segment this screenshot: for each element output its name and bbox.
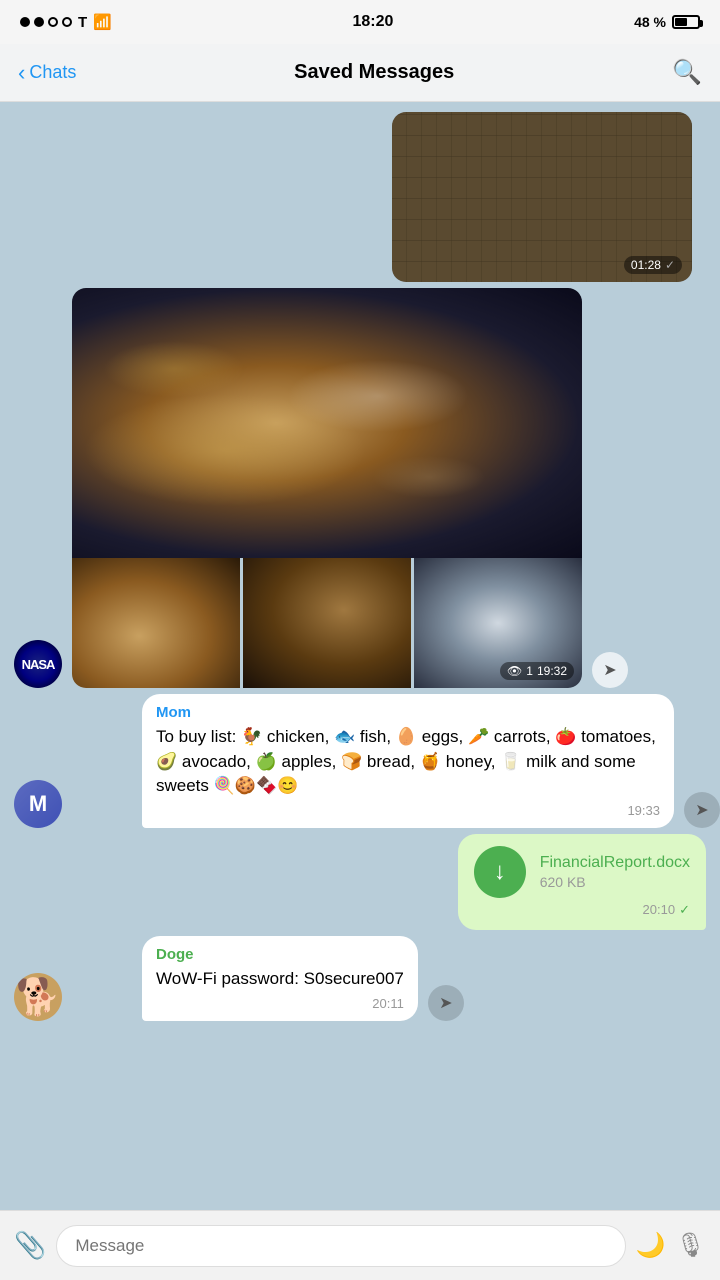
bottom-spacer	[0, 1027, 720, 1107]
image-time: 01:28	[631, 258, 661, 272]
chat-area: 01:28 ✓ NASA	[0, 102, 720, 1280]
jupiter-thumb-1[interactable]	[72, 558, 240, 688]
download-icon[interactable]: ↓	[474, 846, 526, 898]
jupiter-swirls	[72, 288, 582, 558]
back-label[interactable]: Chats	[29, 62, 76, 83]
check-icon: ✓	[665, 258, 675, 272]
eye-icon: 👁	[507, 664, 522, 678]
signal-dot-1	[20, 17, 30, 27]
signal-dot-4	[62, 17, 72, 27]
view-number: 1	[526, 664, 533, 678]
thumb-overlay: 👁 1 19:32	[500, 662, 574, 680]
search-icon[interactable]: 🔍	[672, 58, 702, 87]
mom-message-row: M Mom To buy list: 🐓 chicken, 🐟 fish, 🥚 …	[0, 694, 720, 828]
attach-icon[interactable]: 📎	[14, 1230, 46, 1261]
mom-message-bubble: Mom To buy list: 🐓 chicken, 🐟 fish, 🥚 eg…	[142, 694, 674, 828]
signal-dot-2	[34, 17, 44, 27]
jupiter-album-message: NASA 👁 1 19:32	[72, 288, 582, 688]
doge-message-footer: 20:11	[156, 996, 404, 1011]
jupiter-images[interactable]: 👁 1 19:32	[72, 288, 582, 688]
mom-avatar: M	[14, 780, 62, 828]
image-time-overlay: 01:28 ✓	[624, 256, 682, 274]
battery-fill	[675, 18, 687, 26]
file-footer: 20:10 ✓	[474, 902, 690, 918]
signal-dot-3	[48, 17, 58, 27]
view-count: 👁 1 19:32	[500, 662, 574, 680]
building-image-message: 01:28 ✓	[392, 112, 692, 282]
building-message-row: 01:28 ✓	[0, 112, 720, 282]
doge-message-text: WoW-Fi password: S0secure007	[156, 967, 404, 992]
doge-message-time: 20:11	[372, 996, 404, 1011]
signal-dots	[20, 17, 72, 27]
message-input[interactable]	[56, 1225, 625, 1267]
back-button[interactable]: ‹ Chats	[18, 60, 76, 86]
doge-sender-name: Doge	[156, 946, 404, 963]
carrier-label: T	[78, 14, 87, 31]
double-check-icon: ✓	[679, 902, 690, 918]
page-title: Saved Messages	[294, 61, 454, 84]
status-time: 18:20	[353, 13, 394, 31]
status-left: T 📶	[20, 13, 112, 31]
status-bar: T 📶 18:20 48 %	[0, 0, 720, 44]
mom-sender-name: Mom	[156, 704, 660, 721]
financial-report-bubble[interactable]: ↓ FinancialReport.docx 620 KB 20:10 ✓	[458, 834, 706, 930]
file-time: 20:10	[643, 902, 676, 917]
nasa-logo: NASA	[14, 640, 62, 688]
jupiter-thumb-2[interactable]	[243, 558, 411, 688]
thumb-time: 19:32	[537, 664, 567, 678]
sticker-icon[interactable]: 🌙	[636, 1231, 666, 1260]
jupiter-album-row: NASA 👁 1 19:32	[0, 288, 720, 688]
financial-report-row: ↓ FinancialReport.docx 620 KB 20:10 ✓	[0, 834, 720, 930]
jupiter-thumbnails: 👁 1 19:32	[72, 558, 582, 688]
mom-reply-button[interactable]: ➤	[684, 792, 720, 828]
doge-avatar: 🐕	[14, 973, 62, 1021]
mic-icon[interactable]: 🎙	[676, 1231, 706, 1260]
status-right: 48 %	[634, 14, 700, 30]
chevron-left-icon: ‹	[18, 60, 25, 86]
file-info: FinancialReport.docx 620 KB	[540, 854, 690, 890]
wifi-icon: 📶	[93, 13, 112, 31]
forward-button[interactable]: ➤	[592, 652, 628, 688]
file-size: 620 KB	[540, 874, 690, 890]
doge-emoji: 🐕	[16, 976, 61, 1018]
file-name: FinancialReport.docx	[540, 854, 690, 872]
nasa-avatar: NASA	[14, 640, 62, 688]
battery-icon	[672, 15, 700, 29]
building-image-container[interactable]: 01:28 ✓	[392, 112, 692, 282]
mom-message-text: To buy list: 🐓 chicken, 🐟 fish, 🥚 eggs, …	[156, 725, 660, 799]
doge-reply-button[interactable]: ➤	[428, 985, 464, 1021]
mom-message-time: 19:33	[627, 803, 660, 818]
doge-message-row: 🐕 Doge WoW-Fi password: S0secure007 20:1…	[0, 936, 720, 1021]
jupiter-main-image[interactable]	[72, 288, 582, 558]
nav-bar: ‹ Chats Saved Messages 🔍	[0, 44, 720, 102]
mom-message-footer: 19:33	[156, 803, 660, 818]
file-row: ↓ FinancialReport.docx 620 KB	[474, 846, 690, 898]
doge-message-bubble: Doge WoW-Fi password: S0secure007 20:11	[142, 936, 418, 1021]
jupiter-thumb-3[interactable]: 👁 1 19:32	[414, 558, 582, 688]
bottom-bar: 📎 🌙 🎙	[0, 1210, 720, 1280]
battery-percent: 48 %	[634, 14, 666, 30]
